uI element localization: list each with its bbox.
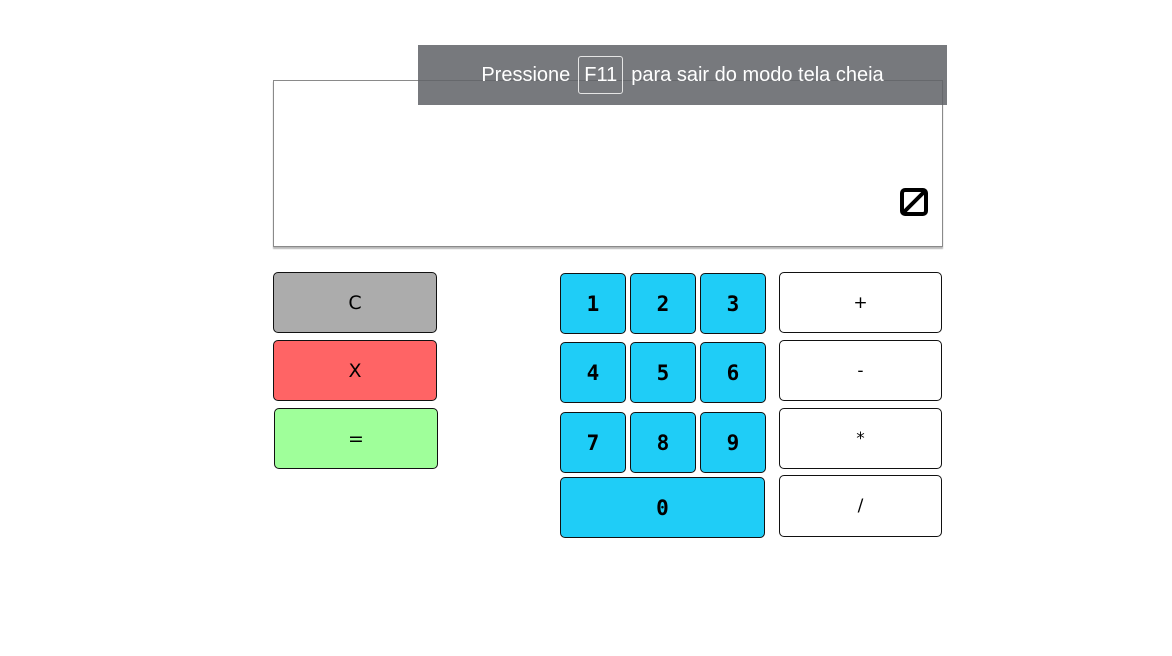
subtract-button[interactable]: - (779, 340, 942, 401)
fullscreen-key: F11 (578, 56, 624, 94)
calculator-display (273, 80, 943, 247)
digit-0-button[interactable]: 0 (560, 477, 765, 538)
digit-5-button[interactable]: 5 (630, 342, 696, 403)
fullscreen-notice: Pressione F11 para sair do modo tela che… (418, 45, 947, 105)
display-value (900, 180, 928, 220)
digit-9-button[interactable]: 9 (700, 412, 766, 473)
fullscreen-notice-prefix: Pressione (481, 63, 571, 86)
calculator-page: Pressione F11 para sair do modo tela che… (0, 0, 1172, 656)
digit-4-button[interactable]: 4 (560, 342, 626, 403)
digit-2-button[interactable]: 2 (630, 273, 696, 334)
digit-7-button[interactable]: 7 (560, 412, 626, 473)
digit-6-button[interactable]: 6 (700, 342, 766, 403)
multiply-button[interactable]: * (779, 408, 942, 469)
fullscreen-notice-suffix: para sair do modo tela cheia (631, 63, 884, 86)
divide-button[interactable]: / (779, 475, 942, 537)
equals-button[interactable]: = (274, 408, 438, 469)
display-zero-digit (900, 188, 928, 216)
add-button[interactable]: + (779, 272, 942, 333)
delete-button[interactable]: X (273, 340, 437, 401)
digit-8-button[interactable]: 8 (630, 412, 696, 473)
digit-3-button[interactable]: 3 (700, 273, 766, 334)
clear-button[interactable]: C (273, 272, 437, 333)
digit-1-button[interactable]: 1 (560, 273, 626, 334)
